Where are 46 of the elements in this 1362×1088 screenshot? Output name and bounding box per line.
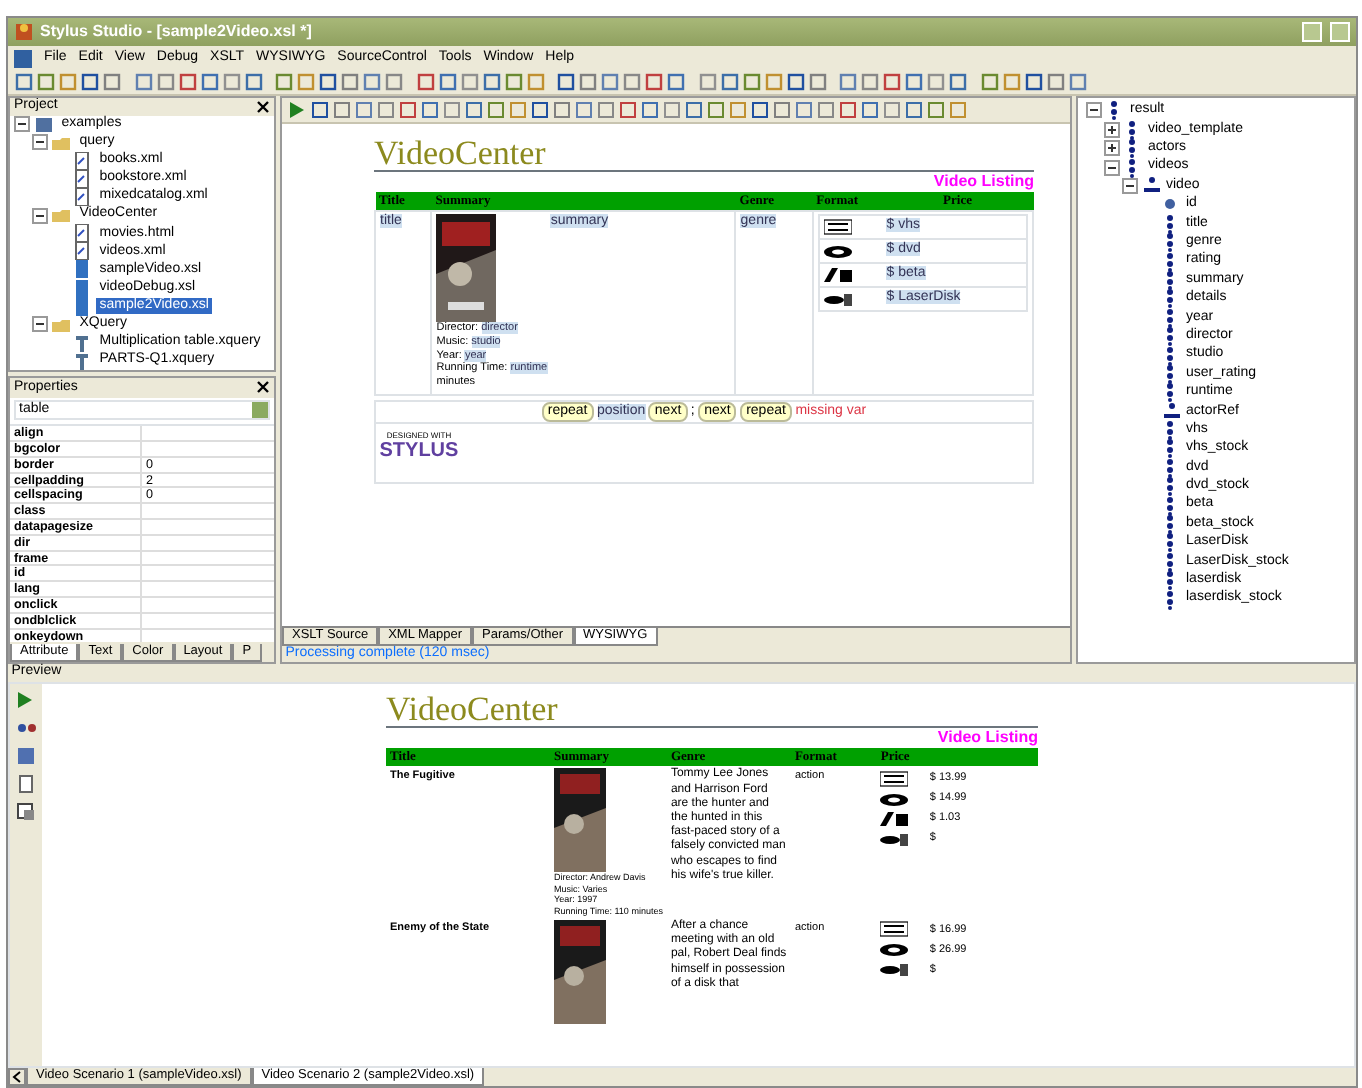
close-icon[interactable]: [256, 380, 270, 395]
format-logo: [823, 290, 852, 309]
format-logo: [880, 960, 909, 979]
file-icon: [72, 151, 92, 170]
page-heading: VideoCenter: [386, 692, 1038, 728]
expander-icon[interactable]: [32, 316, 48, 333]
expander-icon[interactable]: [32, 207, 48, 224]
format-logo: [880, 940, 909, 959]
minimize-button[interactable]: [1302, 22, 1322, 42]
file-icon: [72, 242, 92, 261]
file-icon: [72, 224, 92, 243]
logo-text: STYLUS: [379, 441, 459, 462]
folder-icon: [52, 133, 72, 152]
expander-icon[interactable]: [14, 116, 30, 133]
expander-icon[interactable]: [1104, 140, 1120, 157]
expander-icon[interactable]: [1104, 159, 1120, 176]
file-icon: [72, 188, 92, 207]
expander-icon[interactable]: [1122, 178, 1138, 194]
element-icon: [1142, 176, 1162, 197]
page-subheading: Video Listing: [935, 728, 1038, 748]
format-logo: [880, 920, 909, 939]
file-icon: [72, 169, 92, 188]
scroll-left-icon[interactable]: [8, 1068, 26, 1086]
run-icon[interactable]: [16, 690, 36, 710]
expander-icon[interactable]: [32, 134, 48, 151]
app-icon: [14, 22, 34, 42]
copy-icon[interactable]: [16, 802, 36, 822]
format-logo: [880, 809, 909, 828]
format-logo: [823, 218, 852, 237]
format-logo: [823, 242, 852, 261]
element-icon: [1162, 401, 1182, 422]
play-icon[interactable]: [288, 100, 308, 120]
folder-icon: [52, 315, 72, 334]
close-icon[interactable]: [256, 99, 270, 114]
maximize-button[interactable]: [1330, 22, 1350, 42]
folder-icon: [52, 206, 72, 225]
expander-icon[interactable]: [1104, 121, 1120, 138]
format-logo: [880, 829, 909, 848]
page-subheading: Video Listing: [931, 172, 1034, 192]
format-logo: [880, 769, 909, 788]
window-title: Stylus Studio - [sample2Video.xsl *]: [40, 22, 312, 42]
dropdown-icon[interactable]: [252, 402, 269, 419]
format-logo: [823, 266, 852, 285]
project-icon: [34, 115, 54, 134]
expander-icon[interactable]: [1086, 102, 1102, 119]
page-heading: VideoCenter: [374, 136, 1034, 172]
